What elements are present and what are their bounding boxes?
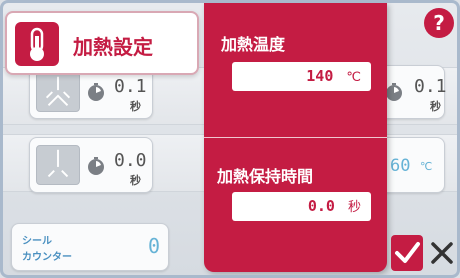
heating-hold-time-value: 0.0: [307, 197, 335, 215]
seal-counter-label-1: シール: [22, 236, 52, 247]
heating-temperature-input[interactable]: 140 ℃: [232, 62, 371, 91]
timer-value: 0.1: [414, 76, 447, 97]
heating-hold-time-input[interactable]: 0.0 秒: [232, 192, 371, 221]
screen-frame: 0.1 秒 0.1 秒 0.0 秒 60 ℃ シール カウンター 0 加熱温度 …: [0, 0, 460, 278]
heating-hold-time-label: 加熱保持時間: [217, 167, 314, 186]
heating-temperature-unit: ℃: [346, 70, 361, 85]
seal-counter-value: 0: [148, 234, 161, 258]
timer-icon: [384, 82, 404, 102]
heating-temperature-label: 加熱温度: [221, 35, 286, 54]
dialog-title: 加熱設定: [73, 35, 153, 59]
confirm-button[interactable]: [391, 235, 423, 271]
timer-icon: [86, 156, 106, 176]
dialog-title-card: 加熱設定: [5, 11, 199, 75]
heating-temperature-value: 140: [306, 67, 334, 85]
heating-hold-time-unit: 秒: [347, 200, 361, 215]
temperature-unit: ℃: [420, 160, 433, 173]
thermometer-icon: [15, 22, 59, 66]
timer-icon: [86, 82, 106, 102]
panel-divider: [204, 137, 387, 138]
timer-unit: 秒: [130, 174, 141, 187]
close-icon: [431, 242, 453, 264]
timer-unit: 秒: [130, 100, 141, 113]
temperature-value: 60: [390, 156, 411, 176]
temperature-card-right[interactable]: 60 ℃: [379, 137, 445, 193]
cancel-button[interactable]: [426, 235, 457, 271]
seal-counter-label-2: カウンター: [22, 252, 72, 263]
press-icon: [36, 72, 80, 112]
timer-card-left-2[interactable]: 0.0 秒: [29, 137, 153, 193]
seal-counter-card: シール カウンター 0: [11, 223, 169, 271]
timer-value: 0.1: [114, 76, 147, 97]
press-release-icon: [36, 145, 80, 185]
timer-card-right-1[interactable]: 0.1 秒: [379, 65, 447, 119]
help-button[interactable]: ?: [424, 8, 454, 38]
check-icon: [395, 242, 420, 263]
timer-value: 0.0: [114, 150, 147, 171]
timer-unit: 秒: [430, 100, 441, 113]
